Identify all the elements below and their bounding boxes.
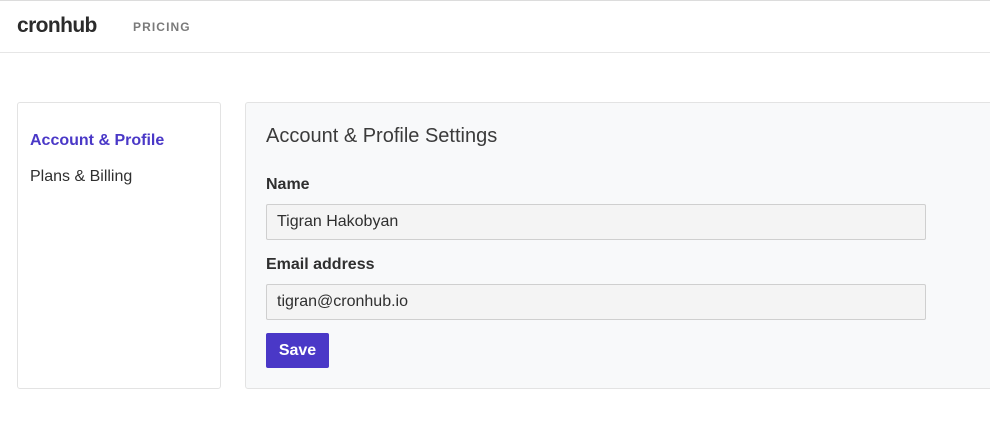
nav-link-pricing[interactable]: PRICING (133, 20, 191, 34)
sidebar-item-plans-billing[interactable]: Plans & Billing (30, 168, 132, 186)
email-input[interactable] (266, 284, 926, 320)
settings-sidebar: Account & Profile Plans & Billing (17, 102, 221, 389)
panel-title: Account & Profile Settings (266, 125, 498, 147)
save-button[interactable]: Save (266, 333, 329, 368)
cronhub-logo[interactable]: cronhub (17, 14, 97, 38)
name-input[interactable] (266, 204, 926, 240)
top-navigation-bar: cronhub PRICING (0, 0, 990, 53)
email-label: Email address (266, 256, 375, 273)
name-label: Name (266, 176, 310, 193)
sidebar-item-account-profile[interactable]: Account & Profile (30, 132, 164, 150)
account-settings-panel: Account & Profile Settings Name Email ad… (245, 102, 990, 389)
